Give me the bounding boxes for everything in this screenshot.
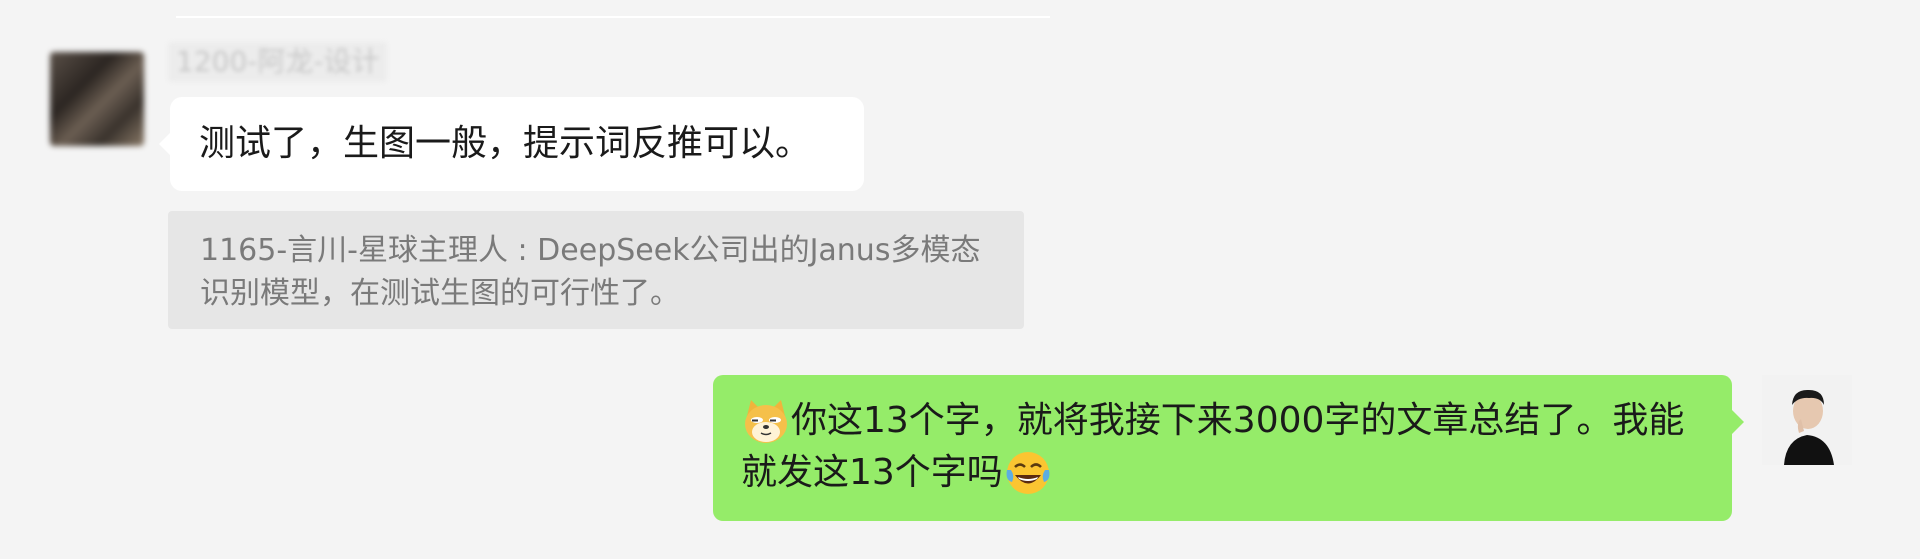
message-divider: [176, 16, 1050, 18]
quoted-message-line-1: 1165-言川-星球主理人 : DeepSeek公司出的Janus多模态: [200, 233, 981, 268]
outgoing-message-text-1: 你这13个字，就将我接下来3000字的文章总结了。我能: [791, 400, 1685, 441]
outgoing-message-line-1: 你这13个字，就将我接下来3000字的文章总结了。我能: [741, 395, 1684, 447]
sender-avatar[interactable]: [50, 52, 144, 146]
incoming-message-bubble[interactable]: 测试了，生图一般，提示词反推可以。: [159, 97, 864, 191]
quoted-message-line-2: 识别模型，在测试生图的可行性了。: [200, 276, 680, 311]
doge-emoji-icon: [741, 396, 791, 446]
tears-of-joy-emoji-icon: [1003, 448, 1053, 498]
incoming-message-text: 测试了，生图一般，提示词反推可以。: [199, 123, 812, 164]
outgoing-message-line-2: 就发这13个字吗: [741, 447, 1053, 499]
chat-window: 1200-阿龙-设计 测试了，生图一般，提示词反推可以。 1165-言川-星球主…: [0, 0, 1920, 559]
outgoing-message-bubble[interactable]: 你这13个字，就将我接下来3000字的文章总结了。我能 就发这13个字吗: [713, 375, 1744, 521]
quoted-message[interactable]: 1165-言川-星球主理人 : DeepSeek公司出的Janus多模态 识别模…: [168, 211, 1024, 329]
sender-name: 1200-阿龙-设计: [168, 42, 388, 82]
outgoing-message-text-2: 就发这13个字吗: [741, 452, 1003, 493]
my-avatar[interactable]: [1762, 375, 1852, 465]
